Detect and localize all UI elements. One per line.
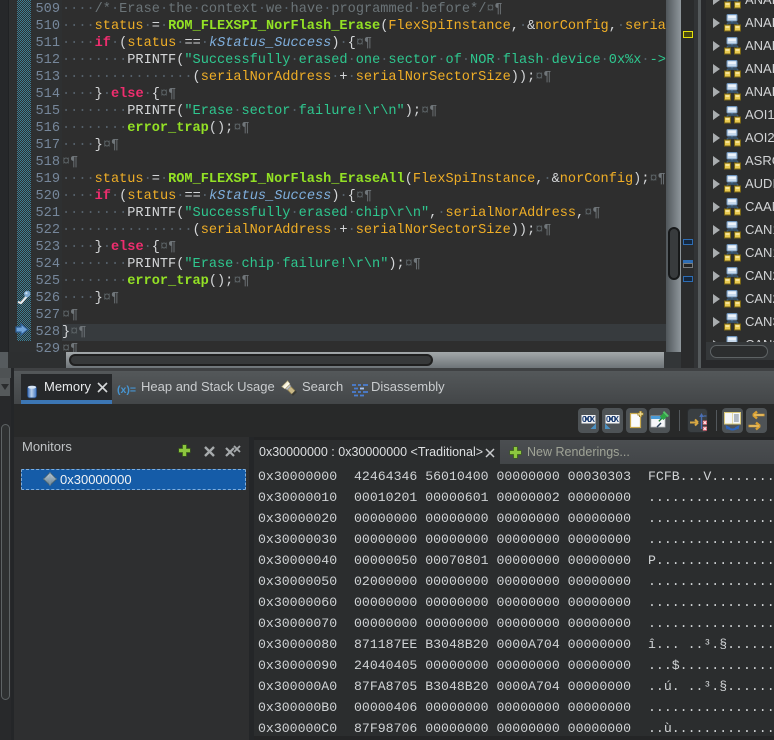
svg-text:0X0X: 0X0X	[582, 415, 596, 424]
svg-text:0X0X: 0X0X	[606, 415, 620, 424]
